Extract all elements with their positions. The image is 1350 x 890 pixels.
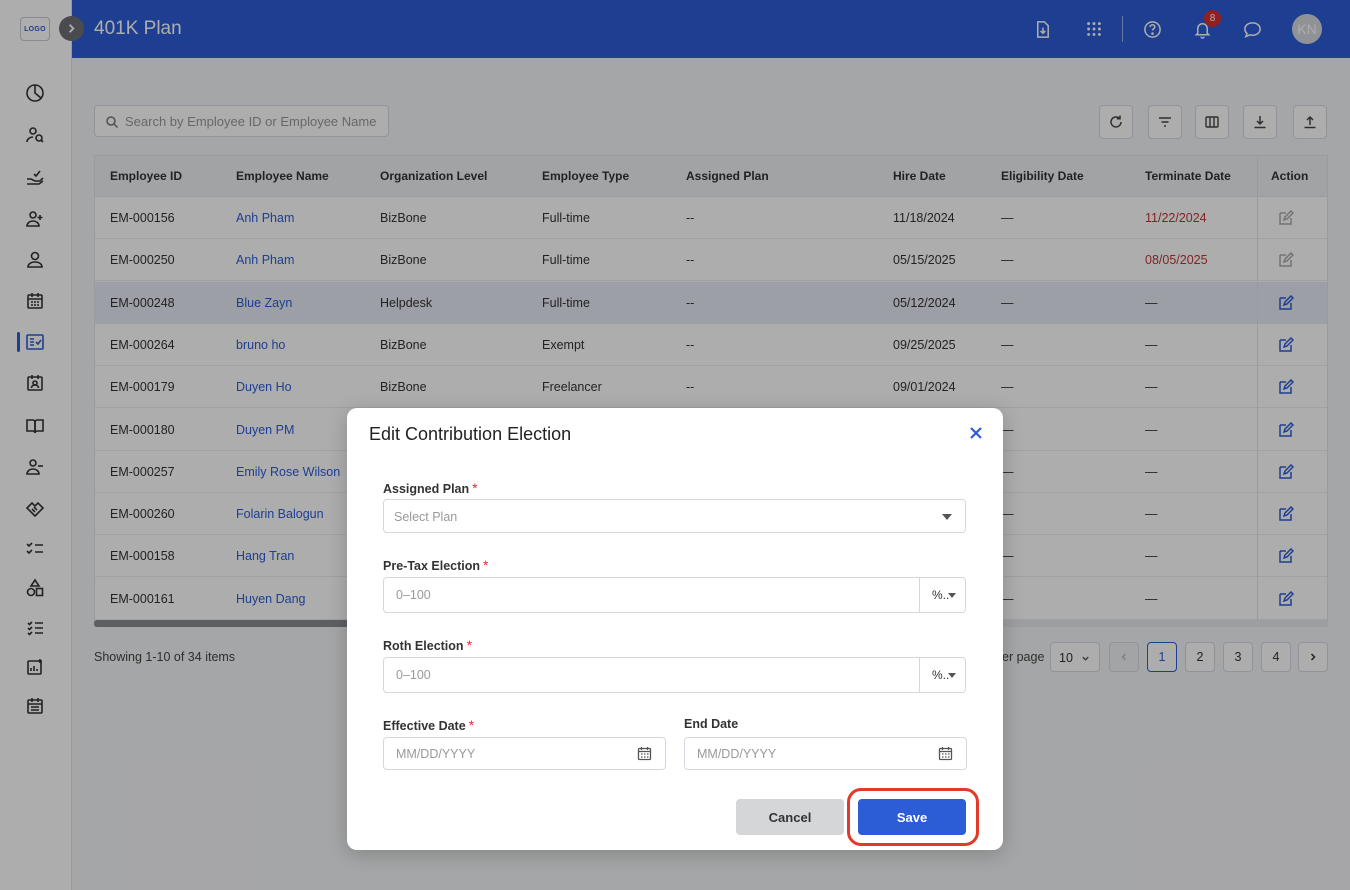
effective-date-label: Effective Date * — [383, 717, 475, 733]
pretax-unit-select[interactable]: %.. — [919, 578, 965, 612]
pretax-election-field: %.. — [383, 577, 966, 613]
end-date-label: End Date — [684, 717, 739, 731]
effective-date-input[interactable] — [384, 738, 624, 769]
calendar-icon[interactable] — [637, 746, 652, 761]
caret-down-icon — [942, 514, 952, 520]
caret-down-icon — [948, 673, 956, 678]
roth-election-field: %.. — [383, 657, 966, 693]
roth-election-label: Roth Election * — [383, 637, 473, 653]
cancel-button[interactable]: Cancel — [736, 799, 844, 835]
pretax-election-input[interactable] — [384, 578, 914, 612]
dialog-title: Edit Contribution Election — [369, 424, 572, 444]
effective-date-field — [383, 737, 666, 770]
caret-down-icon — [948, 593, 956, 598]
save-button[interactable]: Save — [858, 799, 966, 835]
edit-contribution-dialog: Edit Contribution Election Assigned Plan… — [347, 408, 1003, 850]
assigned-plan-select[interactable]: Select Plan — [383, 499, 966, 533]
calendar-icon[interactable] — [938, 746, 953, 761]
close-icon[interactable] — [967, 424, 985, 442]
end-date-field — [684, 737, 967, 770]
roth-election-input[interactable] — [384, 658, 914, 692]
roth-unit-select[interactable]: %.. — [919, 658, 965, 692]
pretax-election-label: Pre-Tax Election * — [383, 557, 489, 573]
assigned-plan-placeholder: Select Plan — [394, 510, 458, 524]
assigned-plan-label: Assigned Plan * — [383, 480, 478, 496]
end-date-input[interactable] — [685, 738, 925, 769]
